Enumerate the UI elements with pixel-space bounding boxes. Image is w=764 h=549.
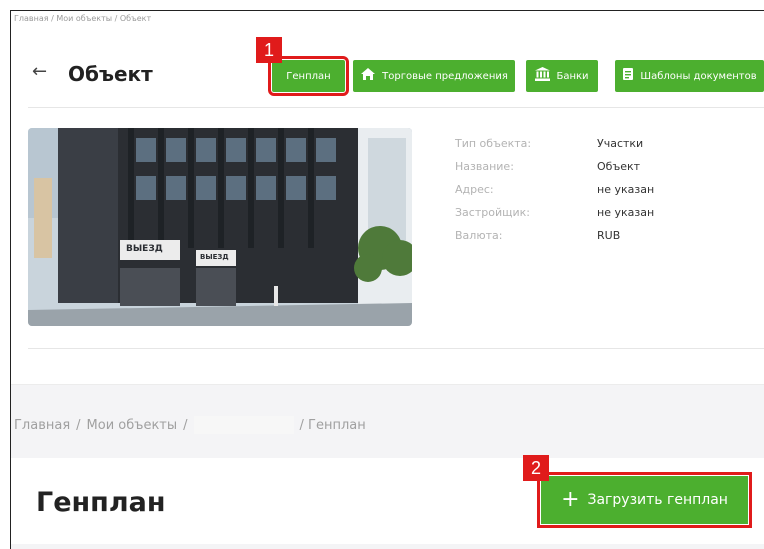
property-label: Застройщик:: [455, 206, 530, 219]
property-value: Участки: [597, 137, 644, 150]
property-value: Объект: [597, 160, 641, 173]
page-title: Объект: [68, 62, 153, 86]
breadcrumb-objects-link[interactable]: Мои объекты: [87, 418, 178, 433]
screenshot-frame: Главная / Мои объекты / Объект ← Объект …: [0, 0, 764, 549]
object-properties: Тип объекта: Участки Название: Объект Ад…: [455, 137, 654, 252]
breadcrumb-object-link-blurred[interactable]: [193, 416, 294, 434]
step-badge-2: 2: [523, 455, 549, 481]
property-value: не указан: [597, 206, 655, 219]
breadcrumb-top[interactable]: Главная / Мои объекты / Объект: [14, 14, 151, 23]
home-icon: [360, 67, 376, 85]
property-label: Валюта:: [455, 229, 503, 242]
document-templates-label: Шаблоны документов: [640, 70, 757, 82]
document-icon: [622, 67, 634, 85]
trade-offers-label: Торговые предложения: [382, 70, 508, 82]
photo-sign-text: ВЫЕЗД: [200, 253, 229, 261]
back-arrow-icon[interactable]: ←: [32, 63, 47, 81]
property-row: Валюта: RUB: [455, 229, 654, 252]
bank-icon: [535, 67, 551, 85]
property-row: Название: Объект: [455, 160, 654, 183]
banks-button[interactable]: Банки: [526, 60, 598, 92]
property-value: RUB: [597, 229, 621, 242]
property-row: Тип объекта: Участки: [455, 137, 654, 160]
genplan-button-label: Генплан: [286, 70, 331, 82]
object-photo: ВЫЕЗД ВЫЕЗД: [28, 128, 412, 326]
plus-icon: +: [561, 487, 580, 512]
property-label: Название:: [455, 160, 514, 173]
genplan-title: Генплан: [36, 487, 166, 518]
breadcrumb-home-link[interactable]: Главная: [14, 418, 70, 433]
breadcrumb-bottom: Главная / Мои объекты / / Генплан: [14, 416, 366, 434]
property-row: Адрес: не указан: [455, 183, 654, 206]
divider: [28, 348, 764, 349]
breadcrumb-separator: /: [183, 417, 188, 433]
property-value: не указан: [597, 183, 655, 196]
upload-genplan-label: Загрузить генплан: [587, 492, 728, 508]
document-templates-button[interactable]: Шаблоны документов: [615, 60, 764, 92]
trade-offers-button[interactable]: Торговые предложения: [353, 60, 515, 92]
property-label: Тип объекта:: [455, 137, 532, 150]
property-row: Застройщик: не указан: [455, 206, 654, 229]
breadcrumb-current: / Генплан: [299, 417, 366, 433]
upload-genplan-button[interactable]: + Загрузить генплан: [537, 472, 752, 528]
divider: [28, 107, 764, 108]
frame-top-border: [10, 10, 764, 11]
property-label: Адрес:: [455, 183, 494, 196]
breadcrumb-separator: /: [76, 417, 81, 433]
genplan-button[interactable]: Генплан: [268, 56, 349, 96]
photo-sign-text: ВЫЕЗД: [126, 244, 163, 254]
banks-label: Банки: [556, 70, 589, 82]
step-badge-1: 1: [256, 37, 282, 63]
